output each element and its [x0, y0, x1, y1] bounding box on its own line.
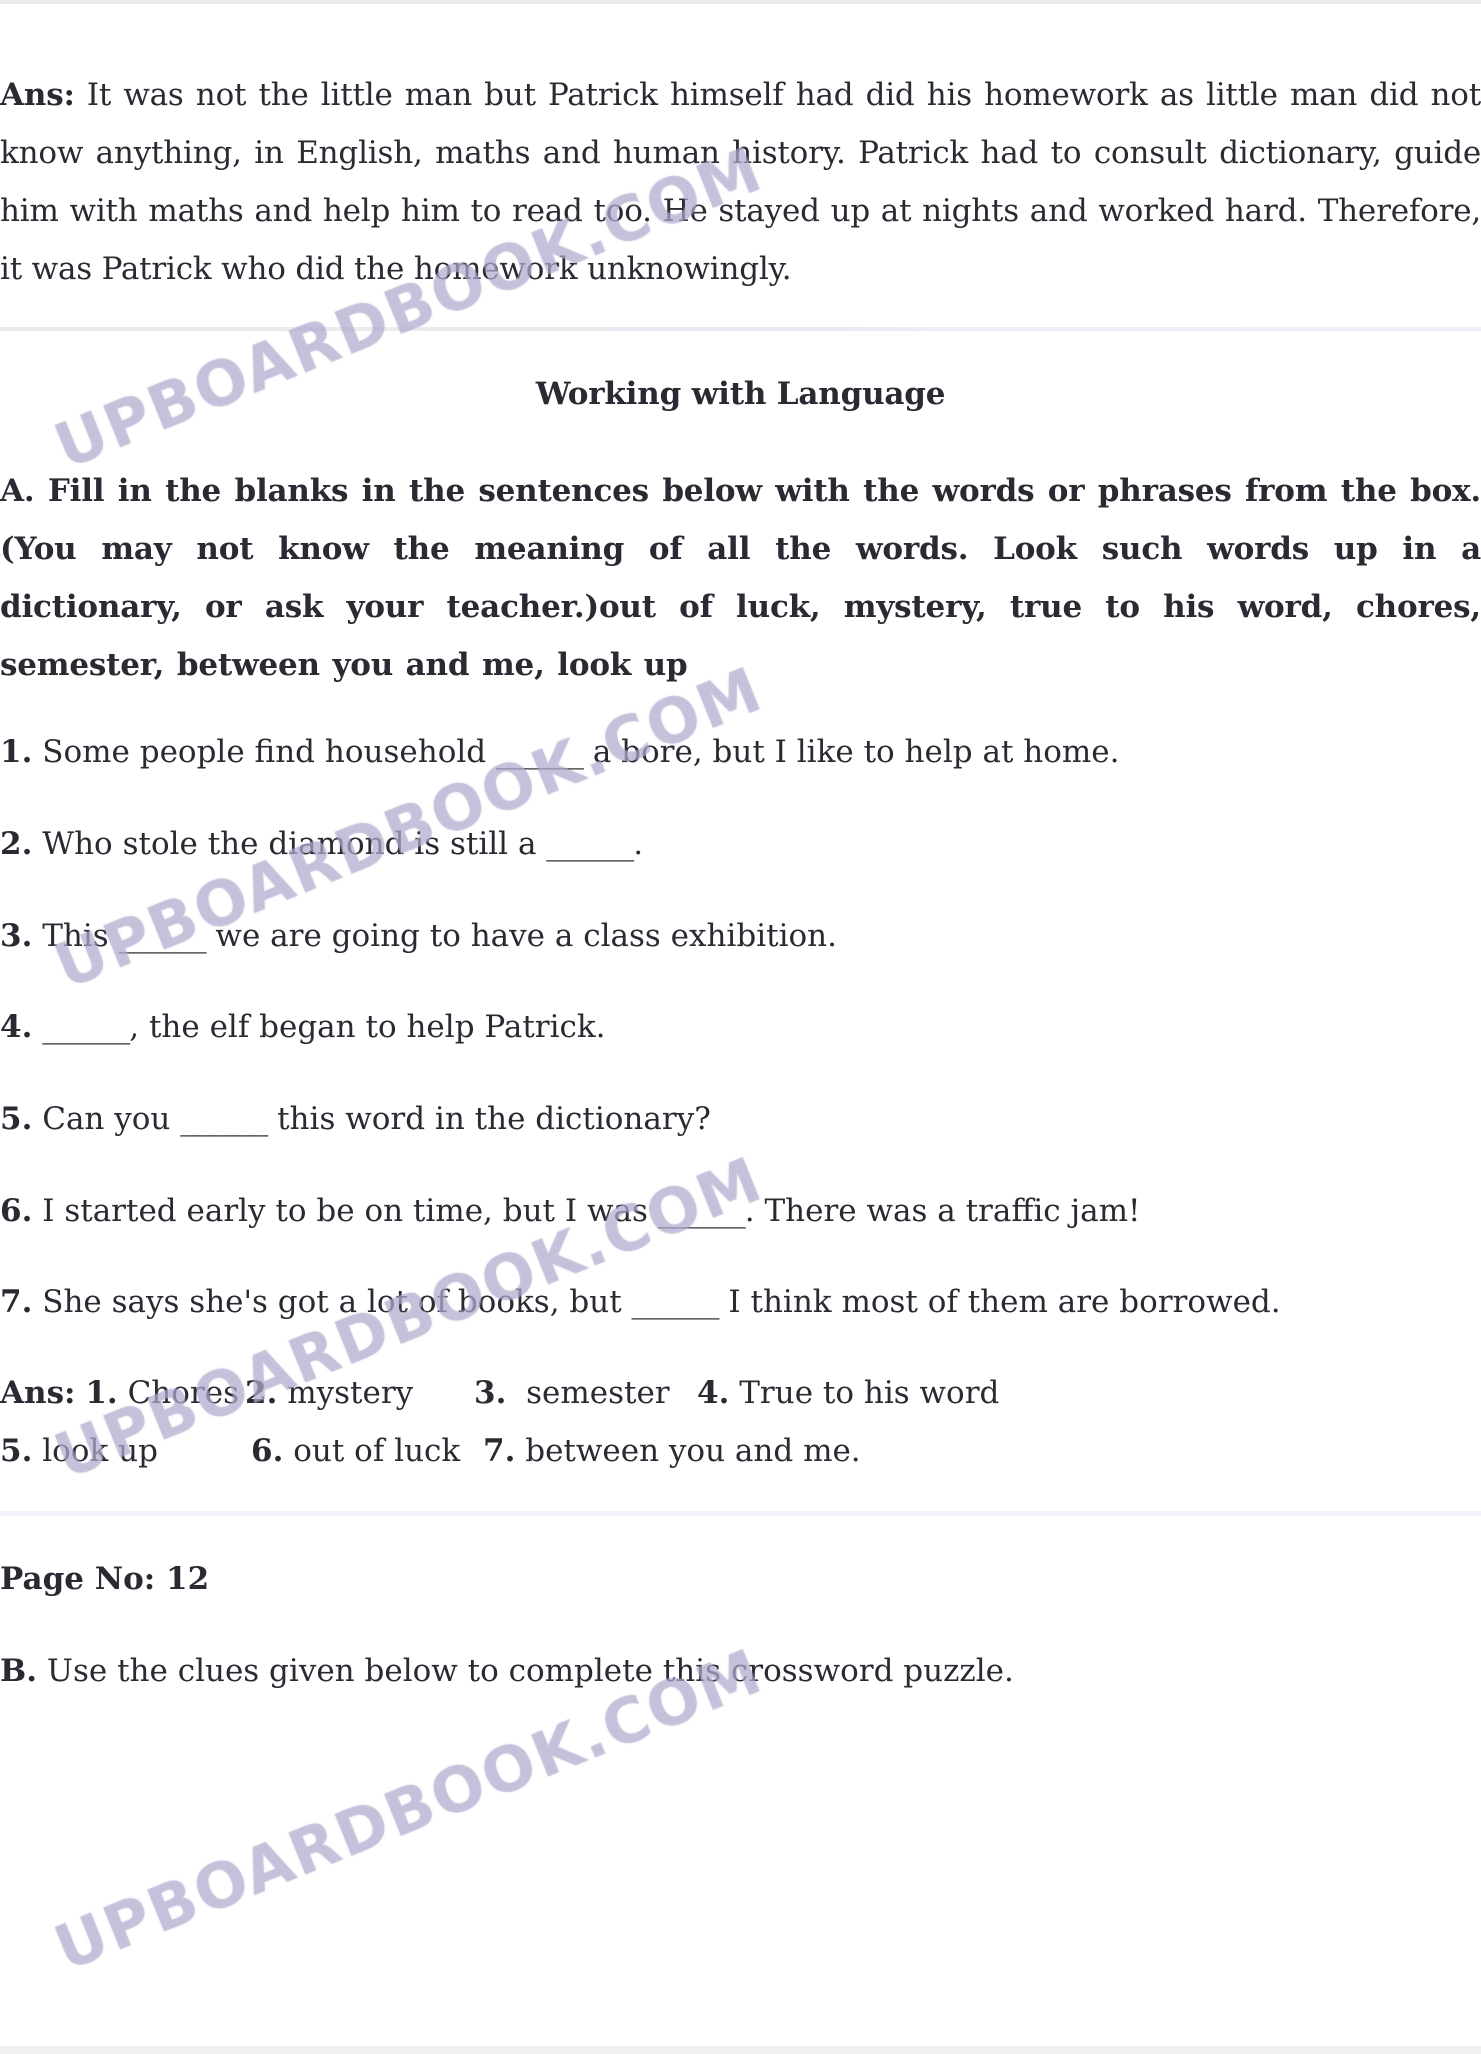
fill-blank: ______ — [657, 1193, 746, 1229]
answer-text: It was not the little man but Patrick hi… — [0, 77, 1481, 287]
question-text-before — [32, 1009, 42, 1045]
question-text-after: this word in the dictionary? — [267, 1101, 711, 1137]
answer-number: 3. — [474, 1375, 507, 1411]
question-number: 6. — [0, 1193, 33, 1229]
question-text-after: , the elf began to help Patrick. — [129, 1009, 606, 1045]
question-text-after: I think most of them are borrowed. — [718, 1284, 1281, 1320]
question-text-before: Some people find household — [32, 734, 496, 770]
answer-item: 4. True to his word — [697, 1371, 999, 1415]
question-3: 3. This ______ we are going to have a cl… — [0, 914, 837, 958]
fill-blank: ______ — [495, 734, 584, 770]
question-5: 5. Can you ______ this word in the dicti… — [0, 1097, 711, 1141]
question-text-before: She says she's got a lot of books, but — [32, 1284, 632, 1320]
question-4: 4. ______, the elf began to help Patrick… — [0, 1005, 606, 1049]
answer-word: look up — [32, 1433, 158, 1469]
page-number-label: Page No: — [0, 1561, 156, 1597]
exercise-b-instruction: B. Use the clues given below to complete… — [0, 1649, 1014, 1693]
answer-number: 2. — [245, 1375, 278, 1411]
question-2: 2. Who stole the diamond is still a ____… — [0, 822, 643, 866]
question-number: 5. — [0, 1101, 33, 1137]
answer-number: 7. — [483, 1433, 516, 1469]
answer-word: between you and me. — [515, 1433, 861, 1469]
question-text-before: I started early to be on time, but I was — [32, 1193, 658, 1229]
question-number: 2. — [0, 826, 33, 862]
question-text-before: Who stole the diamond is still a — [32, 826, 547, 862]
question-7: 7. She says she's got a lot of books, bu… — [0, 1280, 1281, 1324]
answer-number: 4. — [697, 1375, 730, 1411]
answer-item: 7. between you and me. — [483, 1429, 861, 1473]
top-divider — [0, 0, 1481, 4]
answer-item: 5. look up — [0, 1429, 158, 1473]
question-text-after: a bore, but I like to help at home. — [582, 734, 1120, 770]
answer-word: True to his word — [729, 1375, 1000, 1411]
answer-item: 6. out of luck — [251, 1429, 460, 1473]
fill-blank: ______ — [631, 1284, 720, 1320]
answers-row-1: Ans: 1. Chores 2. mystery 3. semester 4.… — [0, 1371, 1481, 1415]
answer-word: Chores — [117, 1375, 240, 1411]
question-number: 4. — [0, 1009, 33, 1045]
question-6: 6. I started early to be on time, but I … — [0, 1189, 1140, 1233]
page-number-value: 12 — [155, 1561, 210, 1597]
bottom-divider — [0, 2046, 1481, 2054]
question-text-before: This — [32, 918, 119, 954]
exercise-a-instruction: A. Fill in the blanks in the sentences b… — [0, 473, 1481, 683]
exercise-b-label: B. — [0, 1653, 37, 1689]
answer-number: 6. — [251, 1433, 284, 1469]
section-divider — [0, 1511, 1481, 1516]
fill-blank: ______ — [42, 1009, 130, 1045]
question-text-after: we are going to have a class exhibition. — [205, 918, 837, 954]
question-text-before: Can you — [32, 1101, 181, 1137]
exercise-b-text: Use the clues given below to complete th… — [37, 1653, 1014, 1689]
answers-label: Ans: — [0, 1375, 76, 1411]
fill-blank: ______ — [546, 826, 634, 862]
answer-word: out of luck — [283, 1433, 461, 1469]
section-heading: Working with Language — [535, 376, 946, 412]
question-number: 7. — [0, 1284, 33, 1320]
answer-item: Ans: 1. Chores — [0, 1371, 239, 1415]
answers-row-2: 5. look up 6. out of luck 7. between you… — [0, 1429, 1481, 1473]
answer-number: 5. — [0, 1433, 33, 1469]
fill-blank: ______ — [180, 1101, 268, 1137]
answer-word: semester — [506, 1375, 670, 1411]
question-text-after: . — [633, 826, 644, 862]
page-number: Page No: 12 — [0, 1557, 209, 1601]
answer-label: Ans: — [0, 77, 75, 113]
answer-item: 3. semester — [474, 1371, 670, 1415]
question-text-after: . There was a traffic jam! — [744, 1193, 1141, 1229]
answer-item: 2. mystery — [245, 1371, 413, 1415]
answer-number: 1. — [85, 1375, 118, 1411]
question-1: 1. Some people find household ______ a b… — [0, 730, 1120, 774]
answer-word: mystery — [277, 1375, 414, 1411]
question-number: 3. — [0, 918, 33, 954]
question-number: 1. — [0, 734, 33, 770]
answer-paragraph: Ans: It was not the little man but Patri… — [0, 66, 1481, 298]
fill-blank: ______ — [118, 918, 207, 954]
section-divider — [0, 327, 1481, 331]
